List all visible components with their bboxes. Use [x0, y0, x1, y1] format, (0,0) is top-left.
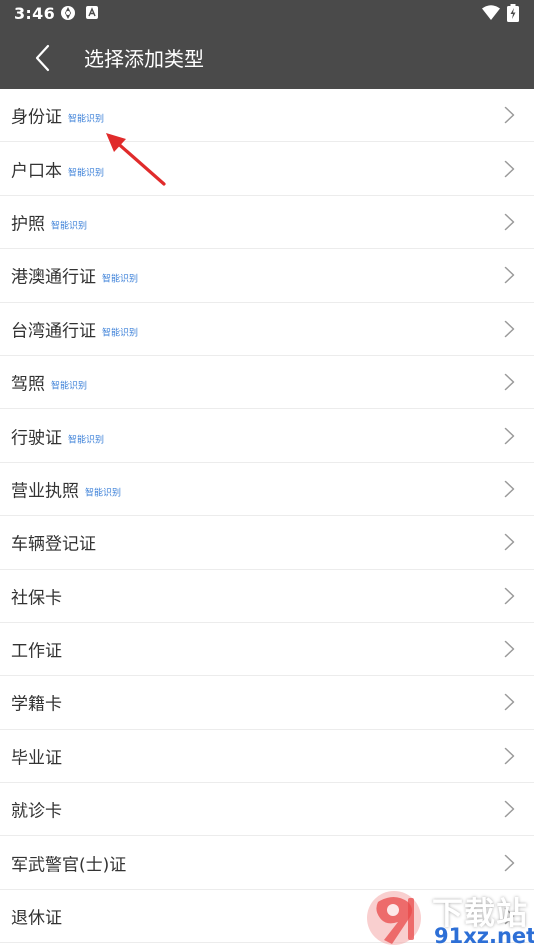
list-item-text: 军武警官(士)证 — [11, 855, 127, 876]
chevron-left-icon — [35, 44, 50, 72]
list-item-label: 就诊卡 — [11, 797, 62, 822]
smart-recognition-tag: 智能识别 — [68, 168, 105, 179]
chevron-right-icon — [504, 534, 515, 551]
list-item-label: 营业执照 智能识别 — [11, 476, 121, 501]
list-item-label: 身份证 智能识别 — [11, 103, 104, 128]
list-item-label: 户口本 智能识别 — [11, 156, 104, 181]
smart-recognition-tag: 智能识别 — [51, 221, 88, 232]
app-header: 3:46 选择添加类型 — [0, 0, 534, 89]
list-item-label: 学籍卡 — [11, 690, 62, 715]
sync-icon — [61, 6, 75, 20]
chevron-right-icon — [504, 694, 515, 711]
list-item-text: 社保卡 — [11, 588, 62, 609]
list-item-text: 户口本 — [11, 161, 62, 182]
list-item[interactable]: 港澳通行证 智能识别 — [0, 249, 534, 303]
chevron-right-icon — [504, 427, 515, 444]
notification-app-icon — [86, 6, 98, 19]
list-item[interactable]: 军武警官(士)证 — [0, 836, 534, 890]
list-item-text: 退休证 — [11, 908, 62, 929]
chevron-right-icon — [504, 640, 515, 658]
battery-charging-icon — [507, 4, 519, 22]
list-item[interactable]: 学籍卡 — [0, 676, 534, 730]
list-item[interactable]: 工作证 — [0, 623, 534, 677]
smart-recognition-tag: 智能识别 — [102, 328, 139, 339]
list-item[interactable]: 护照 智能识别 — [0, 196, 534, 250]
list-item-label: 工作证 — [11, 637, 62, 662]
list-item-text: 护照 — [11, 214, 45, 235]
list-item[interactable]: 身份证 智能识别 — [0, 89, 534, 143]
list-item-text: 港澳通行证 — [11, 267, 96, 288]
chevron-right-icon — [504, 160, 515, 177]
list-item-label: 港澳通行证 智能识别 — [11, 263, 138, 288]
list-item-label: 毕业证 — [11, 743, 62, 768]
page-title: 选择添加类型 — [84, 47, 204, 71]
smart-recognition-tag: 智能识别 — [51, 381, 88, 392]
chevron-right-icon — [504, 747, 515, 765]
list-item[interactable]: 行驶证 智能识别 — [0, 409, 534, 463]
smart-recognition-tag: 智能识别 — [85, 488, 122, 499]
list-item-label: 退休证 — [11, 904, 62, 929]
wifi-icon — [482, 5, 500, 20]
chevron-right-icon — [504, 267, 515, 284]
list-item-label: 驾照 智能识别 — [11, 370, 87, 395]
smart-recognition-tag: 智能识别 — [68, 435, 105, 446]
list-item[interactable]: 营业执照 智能识别 — [0, 463, 534, 517]
list-item-text: 台湾通行证 — [11, 321, 96, 342]
chevron-right-icon — [504, 907, 515, 925]
chevron-right-icon — [504, 106, 515, 124]
list-item-text: 营业执照 — [11, 481, 79, 502]
list-item-text: 就诊卡 — [11, 801, 62, 822]
list-item-label: 车辆登记证 — [11, 530, 96, 555]
chevron-right-icon — [504, 213, 515, 231]
chevron-right-icon — [504, 587, 515, 604]
smart-recognition-tag: 智能识别 — [68, 114, 105, 125]
chevron-right-icon — [504, 320, 515, 337]
list-item-text: 身份证 — [11, 107, 62, 128]
chevron-right-icon — [504, 480, 515, 498]
list-item-label: 护照 智能识别 — [11, 209, 87, 234]
list-item[interactable]: 就诊卡 — [0, 783, 534, 837]
list-item-text: 行驶证 — [11, 428, 62, 449]
list-item[interactable]: 社保卡 — [0, 570, 534, 623]
back-button[interactable] — [24, 40, 60, 76]
list-item[interactable]: 毕业证 — [0, 730, 534, 784]
smart-recognition-tag: 智能识别 — [102, 274, 139, 285]
list-item-label: 行驶证 智能识别 — [11, 423, 104, 448]
list-item-label: 台湾通行证 智能识别 — [11, 316, 138, 341]
list-item-text: 毕业证 — [11, 748, 62, 769]
status-time: 3:46 — [14, 4, 55, 23]
list-item-label: 社保卡 — [11, 583, 62, 608]
list-item-text: 学籍卡 — [11, 694, 62, 715]
list-item[interactable]: 车辆登记证 — [0, 516, 534, 570]
list-item-text: 车辆登记证 — [11, 534, 96, 555]
list-item[interactable]: 台湾通行证 智能识别 — [0, 303, 534, 356]
list-item-text: 工作证 — [11, 641, 62, 662]
list-item-text: 驾照 — [11, 374, 45, 395]
chevron-right-icon — [504, 373, 515, 391]
list-item[interactable]: 驾照 智能识别 — [0, 356, 534, 410]
chevron-right-icon — [504, 854, 515, 871]
document-type-list: 身份证 智能识别 户口本 智能识别 护照 智能识别 港澳通行证 智能识别 台湾通行证 智能识别 驾照… — [0, 89, 534, 944]
list-item[interactable]: 退休证 — [0, 890, 534, 944]
list-item-label: 军武警官(士)证 — [11, 850, 126, 875]
chevron-right-icon — [504, 801, 515, 818]
list-item[interactable]: 户口本 智能识别 — [0, 142, 534, 196]
